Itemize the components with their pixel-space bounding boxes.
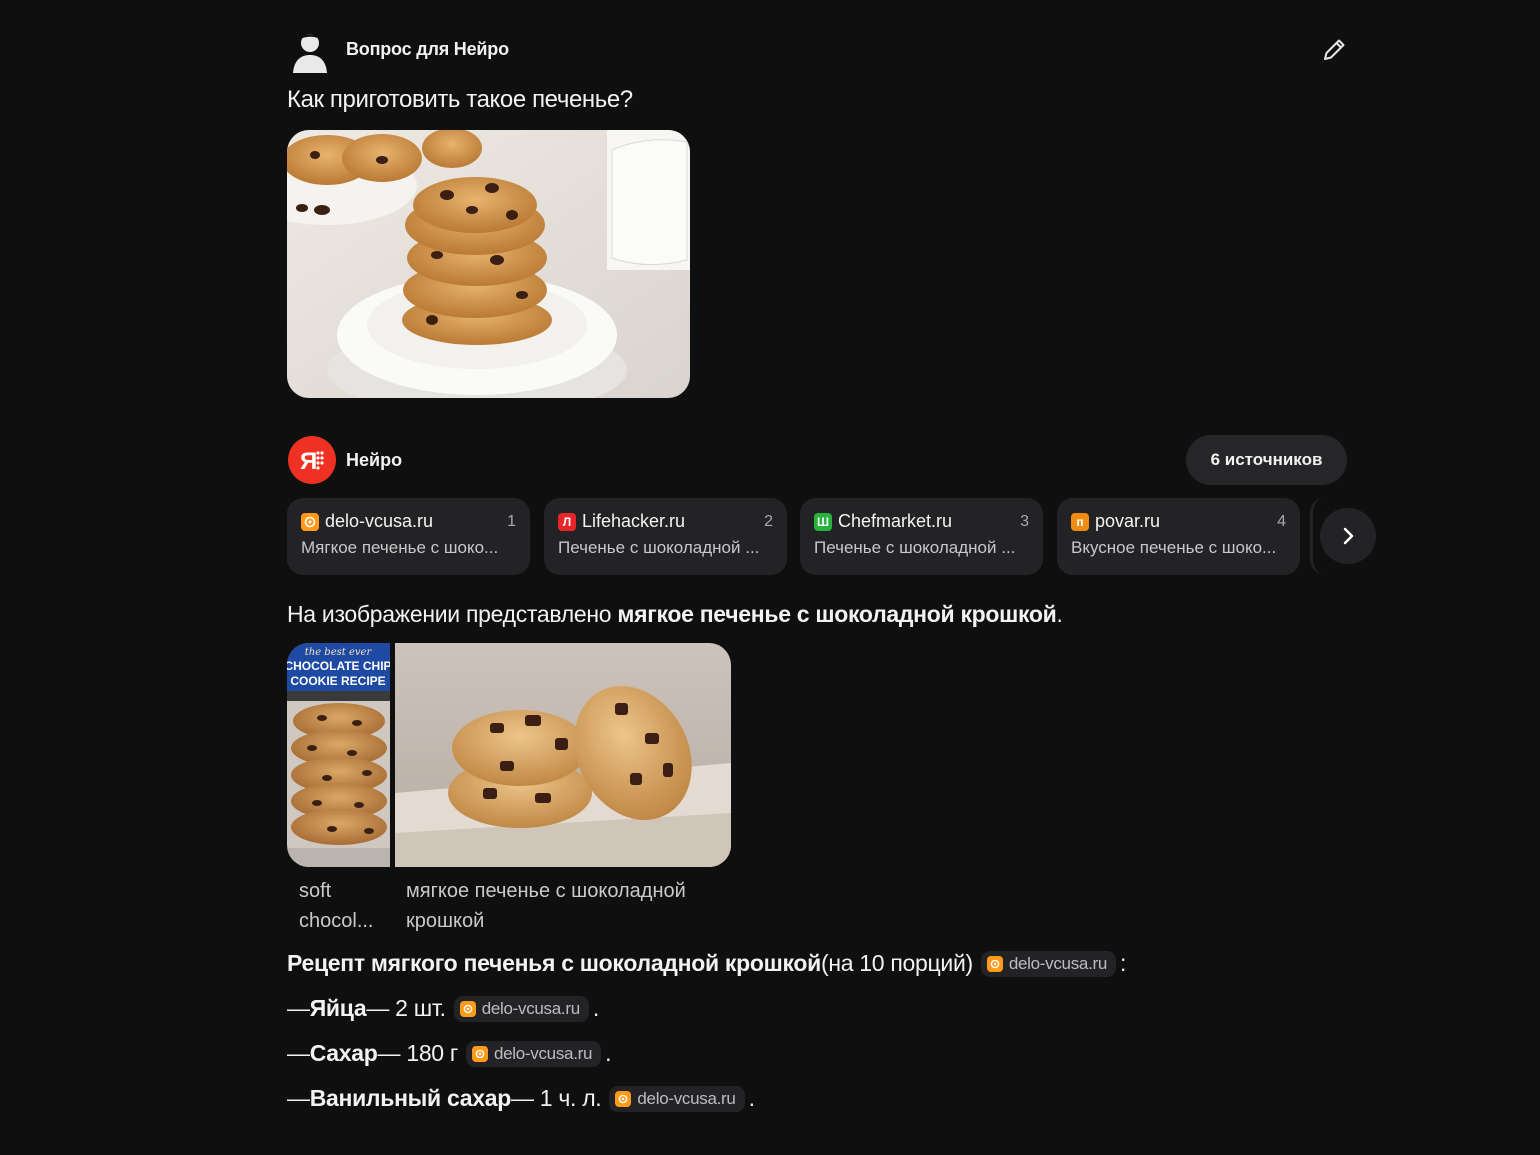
source-chip-label: delo-vcusa.ru xyxy=(481,998,580,1018)
source-chip[interactable]: delo-vcusa.ru xyxy=(980,950,1117,977)
ingredient-name: Яйца xyxy=(309,995,367,1021)
source-name: Lifehacker.ru xyxy=(582,511,686,531)
result-image-recipe-card[interactable]: the best ever CHOCOLATE CHIP COOKIE RECI… xyxy=(287,643,390,867)
source-name: delo-vcusa.ru xyxy=(325,511,434,531)
user-avatar-icon xyxy=(290,30,330,74)
question-author-label: Вопрос для Нейро xyxy=(346,39,509,59)
ingredient-name: Сахар xyxy=(309,1040,378,1066)
question-cookie-image[interactable] xyxy=(287,130,690,398)
source-card-chefmarket[interactable]: Ш Chefmarket.ru 3 Печенье с шоколадной .… xyxy=(800,498,1043,575)
question-text: Как приготовить такое печенье? xyxy=(287,86,633,113)
ingredient-row: — Сахар — 180 г delo-vcusa.ru. xyxy=(287,1040,612,1067)
ingredient-amount: — 1 ч. л. xyxy=(510,1085,602,1111)
source-number: 3 xyxy=(1020,512,1029,530)
result-image-soft-cookies[interactable] xyxy=(395,643,731,867)
pencil-icon xyxy=(1324,39,1345,60)
recipe-colon: : xyxy=(1120,950,1127,976)
intro-bold: мягкое печенье с шоколадной крошкой xyxy=(617,601,1057,627)
ingredient-amount: — 180 г xyxy=(377,1040,459,1066)
sources-count-button[interactable]: 6 источников xyxy=(1186,435,1347,485)
source-chip-label: delo-vcusa.ru xyxy=(493,1043,593,1063)
recipe-portions: (на 10 порций) xyxy=(820,950,973,976)
ingredient-dash: — xyxy=(287,1085,310,1111)
source-number: 4 xyxy=(1277,512,1286,530)
recipe-title: Рецепт мягкого печенья с шоколадной крош… xyxy=(287,950,821,976)
chevron-right-icon xyxy=(1343,527,1354,545)
source-number: 1 xyxy=(507,512,516,530)
source-card-delo-vcusa[interactable]: delo-vcusa.ru 1 Мягкое печенье с шоко... xyxy=(287,498,530,575)
banner-line-1: the best ever xyxy=(305,647,373,658)
result-caption-2[interactable]: мягкое печенье с шоколадной крошкой xyxy=(406,876,726,936)
period: . xyxy=(748,1085,755,1111)
recipe-heading: Рецепт мягкого печенья с шоколадной крош… xyxy=(287,950,1126,977)
source-chip[interactable]: delo-vcusa.ru xyxy=(453,995,589,1022)
ingredient-row: — Яйца — 2 шт. delo-vcusa.ru. xyxy=(287,995,599,1022)
period: . xyxy=(605,1040,612,1066)
banner-line-2: CHOCOLATE CHIP xyxy=(287,659,390,673)
period: . xyxy=(592,995,599,1021)
source-name: povar.ru xyxy=(1095,511,1161,531)
chefmarket-favicon-icon: Ш xyxy=(814,512,832,531)
delo-vcusa-favicon-icon xyxy=(471,1045,488,1062)
source-description: Печенье с шоколадной ... xyxy=(558,538,760,557)
source-chip-label: delo-vcusa.ru xyxy=(637,1088,736,1108)
source-name: Chefmarket.ru xyxy=(838,511,953,531)
source-chip[interactable]: delo-vcusa.ru xyxy=(609,1085,745,1112)
delo-vcusa-favicon-icon xyxy=(615,1090,632,1107)
ingredient-dash: — xyxy=(287,995,310,1021)
delo-vcusa-favicon-icon xyxy=(301,512,319,531)
source-card-lifehacker[interactable]: Л Lifehacker.ru 2 Печенье с шоколадной .… xyxy=(544,498,787,575)
source-card-povar[interactable]: п povar.ru 4 Вкусное печенье с шоко... xyxy=(1057,498,1300,575)
banner-line-3: COOKIE RECIPE xyxy=(290,674,385,688)
povar-favicon-icon: п xyxy=(1071,512,1089,531)
svg-text:Я: Я xyxy=(300,448,317,475)
answer-intro: На изображении представлено мягкое печен… xyxy=(287,601,1063,628)
intro-plain: На изображении представлено xyxy=(287,601,618,627)
neuro-title: Нейро xyxy=(346,450,403,470)
sources-next-button[interactable] xyxy=(1320,508,1376,564)
ingredient-dash: — xyxy=(287,1040,310,1066)
ingredient-row: — Ванильный сахар — 1 ч. л. delo-vcusa.r… xyxy=(287,1085,755,1112)
source-description: Вкусное печенье с шоко... xyxy=(1071,538,1277,557)
source-description: Печенье с шоколадной ... xyxy=(814,538,1016,557)
intro-end: . xyxy=(1056,601,1063,627)
source-chip[interactable]: delo-vcusa.ru xyxy=(465,1040,602,1067)
delo-vcusa-favicon-icon xyxy=(986,955,1003,972)
lifehacker-favicon-icon: Л xyxy=(558,512,576,531)
neuro-logo-icon: Я xyxy=(288,436,336,484)
result-caption-1[interactable]: soft chocol... xyxy=(299,876,389,936)
source-number: 2 xyxy=(764,512,773,530)
source-description: Мягкое печенье с шоко... xyxy=(301,538,499,557)
ingredient-amount: — 2 шт. xyxy=(366,995,446,1021)
delo-vcusa-favicon-icon xyxy=(459,1000,476,1017)
source-chip-label: delo-vcusa.ru xyxy=(1008,953,1108,973)
edit-question-button[interactable] xyxy=(1316,32,1352,68)
ingredient-name: Ванильный сахар xyxy=(309,1085,512,1111)
